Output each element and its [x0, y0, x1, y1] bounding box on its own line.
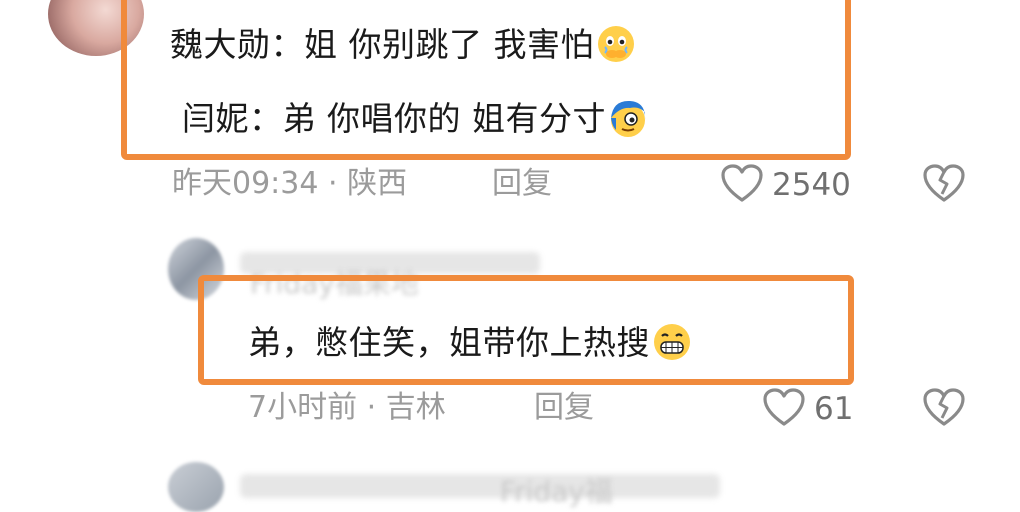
like-heart-icon[interactable]	[762, 388, 806, 428]
location: 陕西	[347, 166, 408, 201]
separator: ·	[328, 166, 338, 201]
avatar[interactable]	[168, 462, 224, 512]
comment-meta: 昨天09:34 · 陕西	[172, 166, 407, 202]
separator: ·	[366, 390, 377, 425]
reply-button[interactable]: 回复	[534, 390, 594, 426]
dislike-broken-heart-icon[interactable]	[922, 164, 966, 204]
comment-line: 魏大勋：姐 你别跳了 我害怕	[170, 24, 636, 65]
blue-hair-face-emoji	[610, 100, 646, 137]
fearful-face-emoji	[597, 26, 634, 62]
comment-text: 弟，憋住笑，姐带你上热搜	[248, 323, 650, 362]
like-heart-icon[interactable]	[720, 164, 764, 204]
comment-meta: 7小时前 · 吉林	[248, 390, 446, 426]
location: 吉林	[385, 390, 446, 425]
timestamp: 7小时前	[248, 390, 358, 425]
grinning-face-emoji	[654, 324, 690, 360]
comment-line: 弟，憋住笑，姐带你上热搜	[248, 322, 692, 363]
reply-button[interactable]: 回复	[492, 166, 552, 202]
username[interactable]: Friday福	[500, 470, 613, 510]
speaker-name: 魏大勋：	[170, 25, 304, 64]
comment-text: 姐 你别跳了 我害怕	[304, 25, 594, 64]
comment-text: 弟 你唱你的 姐有分寸	[282, 99, 606, 138]
dislike-broken-heart-icon[interactable]	[922, 388, 966, 428]
speaker-name: 闫妮：	[182, 99, 283, 138]
comment-line: 闫妮：弟 你唱你的 姐有分寸	[182, 98, 648, 139]
timestamp: 昨天09:34	[172, 166, 319, 201]
blurred-username-bar	[240, 474, 720, 498]
like-count: 2540	[772, 167, 851, 203]
like-count: 61	[814, 391, 854, 427]
